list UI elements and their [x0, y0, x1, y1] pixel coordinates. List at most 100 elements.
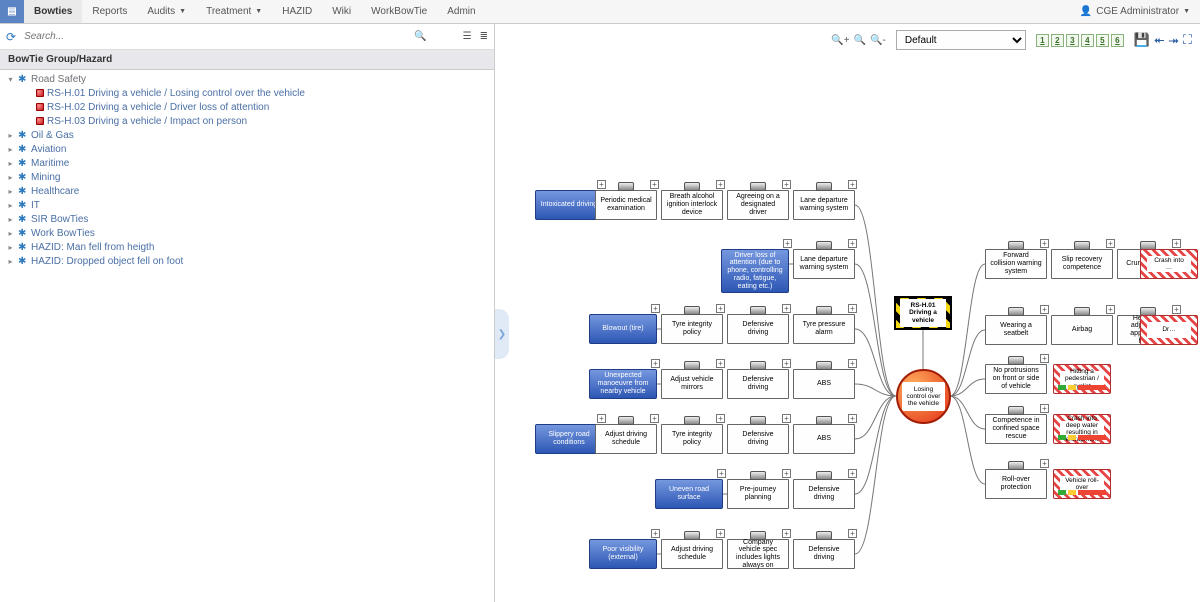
barrier-box[interactable]: Airbag	[1051, 315, 1113, 345]
expand-plus-icon[interactable]: +	[848, 469, 857, 478]
expand-plus-icon[interactable]: +	[1040, 404, 1049, 413]
expand-plus-icon[interactable]: +	[716, 359, 725, 368]
expand-plus-icon[interactable]: +	[1172, 305, 1181, 314]
expand-all-icon[interactable]: ☰	[463, 31, 472, 42]
expand-plus-icon[interactable]: +	[650, 414, 659, 423]
threat-box[interactable]: Poor visibility (external)	[589, 539, 657, 569]
expand-plus-icon[interactable]: +	[848, 529, 857, 538]
expand-plus-icon[interactable]: +	[651, 304, 660, 313]
nav-audits[interactable]: Audits▼	[137, 0, 196, 23]
top-event[interactable]: Losing control over the vehicle	[896, 369, 951, 424]
barrier-box[interactable]: Adjust driving schedule	[595, 424, 657, 454]
user-menu[interactable]: 👤 CGE Administrator ▼	[1070, 0, 1200, 23]
tree-row[interactable]: ▸✱IT	[0, 198, 494, 212]
barrier-box[interactable]: Lane departure warning system	[793, 249, 855, 279]
twisty-icon[interactable]: ▾	[6, 75, 15, 84]
barrier-box[interactable]: Defensive driving	[793, 479, 855, 509]
expand-plus-icon[interactable]: +	[597, 414, 606, 423]
nav-admin[interactable]: Admin	[437, 0, 485, 23]
threat-box[interactable]: Unexpected manoeuvre from nearby vehicle	[589, 369, 657, 399]
barrier-box[interactable]: Roll-over protection	[985, 469, 1047, 499]
tree-row[interactable]: ▸✱Healthcare	[0, 184, 494, 198]
tree-row[interactable]: ▸✱Aviation	[0, 142, 494, 156]
consequence-box[interactable]: Hitting a pedestrian / cyclist	[1053, 364, 1111, 394]
expand-plus-icon[interactable]: +	[1040, 459, 1049, 468]
barrier-box[interactable]: Agreeing on a designated driver	[727, 190, 789, 220]
barrier-box[interactable]: Tyre pressure alarm	[793, 314, 855, 344]
barrier-box[interactable]: Defensive driving	[727, 369, 789, 399]
zoom-in-icon[interactable]: 🔍+	[831, 35, 849, 46]
expand-plus-icon[interactable]: +	[716, 529, 725, 538]
zoom-reset-icon[interactable]: 🔍	[854, 35, 866, 46]
expand-plus-icon[interactable]: +	[650, 180, 659, 189]
expand-plus-icon[interactable]: +	[782, 529, 791, 538]
nav-bowties[interactable]: Bowties	[24, 0, 82, 23]
tree-row[interactable]: ▸✱Oil & Gas	[0, 128, 494, 142]
expand-plus-icon[interactable]: +	[1172, 239, 1181, 248]
barrier-box[interactable]: Lane departure warning system	[793, 190, 855, 220]
fullscreen-icon[interactable]: ⛶	[1183, 32, 1192, 48]
twisty-icon[interactable]: ▸	[6, 187, 15, 196]
expand-plus-icon[interactable]: +	[783, 239, 792, 248]
hazard-box[interactable]: RS-H.01 Driving a vehicle	[894, 296, 952, 330]
tree-row[interactable]: ▸✱Mining	[0, 170, 494, 184]
expand-plus-icon[interactable]: +	[782, 180, 791, 189]
barrier-box[interactable]: Competence in confined space rescue	[985, 414, 1047, 444]
barrier-box[interactable]: Forward collision warning system	[985, 249, 1047, 279]
zoom-out-icon[interactable]: 🔍-	[870, 35, 886, 46]
expand-plus-icon[interactable]: +	[716, 304, 725, 313]
threat-box[interactable]: Slippery road conditions	[535, 424, 603, 454]
barrier-box[interactable]: Slip recovery competence	[1051, 249, 1113, 279]
threat-box[interactable]: Uneven road surface	[655, 479, 723, 509]
barrier-box[interactable]: Defensive driving	[727, 314, 789, 344]
expand-plus-icon[interactable]: +	[782, 414, 791, 423]
expand-plus-icon[interactable]: +	[1040, 305, 1049, 314]
twisty-icon[interactable]: ▸	[6, 173, 15, 182]
threat-box[interactable]: Intoxicated driving	[535, 190, 603, 220]
barrier-box[interactable]: Company vehicle spec includes lights alw…	[727, 539, 789, 569]
twisty-icon[interactable]: ▸	[6, 257, 15, 266]
level-1[interactable]: 1	[1036, 34, 1049, 47]
nav-workbowtie[interactable]: WorkBowTie	[361, 0, 437, 23]
tree-row[interactable]: ▸✱HAZID: Dropped object fell on foot	[0, 254, 494, 268]
expand-plus-icon[interactable]: +	[716, 180, 725, 189]
level-3[interactable]: 3	[1066, 34, 1079, 47]
twisty-icon[interactable]: ▸	[6, 229, 15, 238]
twisty-icon[interactable]: ▸	[6, 215, 15, 224]
barrier-box[interactable]: ABS	[793, 369, 855, 399]
collapse-all-icon[interactable]: ≣	[480, 31, 488, 42]
consequence-box[interactable]: Crash into …	[1140, 249, 1198, 279]
tree-row[interactable]: ▸✱SIR BowTies	[0, 212, 494, 226]
expand-plus-icon[interactable]: +	[1040, 354, 1049, 363]
expand-plus-icon[interactable]: +	[782, 469, 791, 478]
twisty-icon[interactable]: ▸	[6, 145, 15, 154]
view-select[interactable]: Default	[896, 30, 1026, 50]
level-4[interactable]: 4	[1081, 34, 1094, 47]
expand-plus-icon[interactable]: +	[782, 304, 791, 313]
expand-plus-icon[interactable]: +	[848, 239, 857, 248]
collapse-left-icon[interactable]: ⯬	[1154, 32, 1164, 48]
collapse-right-icon[interactable]: ⯮	[1168, 32, 1178, 48]
brand-logo[interactable]: ▤	[0, 0, 24, 23]
tree-row[interactable]: RS-H.02 Driving a vehicle / Driver loss …	[0, 100, 494, 114]
expand-plus-icon[interactable]: +	[716, 414, 725, 423]
barrier-box[interactable]: Defensive driving	[793, 539, 855, 569]
barrier-box[interactable]: Adjust vehicle mirrors	[661, 369, 723, 399]
level-2[interactable]: 2	[1051, 34, 1064, 47]
tree-row[interactable]: RS-H.01 Driving a vehicle / Losing contr…	[0, 86, 494, 100]
search-input[interactable]	[22, 30, 408, 43]
expand-plus-icon[interactable]: +	[782, 359, 791, 368]
barrier-box[interactable]: Wearing a seatbelt	[985, 315, 1047, 345]
expand-plus-icon[interactable]: +	[1106, 305, 1115, 314]
expand-plus-icon[interactable]: +	[848, 304, 857, 313]
expand-plus-icon[interactable]: +	[717, 469, 726, 478]
twisty-icon[interactable]: ▸	[6, 131, 15, 140]
twisty-icon[interactable]: ▸	[6, 159, 15, 168]
barrier-box[interactable]: No protrusions on front or side of vehic…	[985, 364, 1047, 394]
barrier-box[interactable]: Periodic medical examination	[595, 190, 657, 220]
level-6[interactable]: 6	[1111, 34, 1124, 47]
search-icon[interactable]: 🔍	[414, 31, 426, 42]
nav-wiki[interactable]: Wiki	[322, 0, 361, 23]
barrier-box[interactable]: Adjust driving schedule	[661, 539, 723, 569]
tree-row[interactable]: ▸✱Work BowTies	[0, 226, 494, 240]
